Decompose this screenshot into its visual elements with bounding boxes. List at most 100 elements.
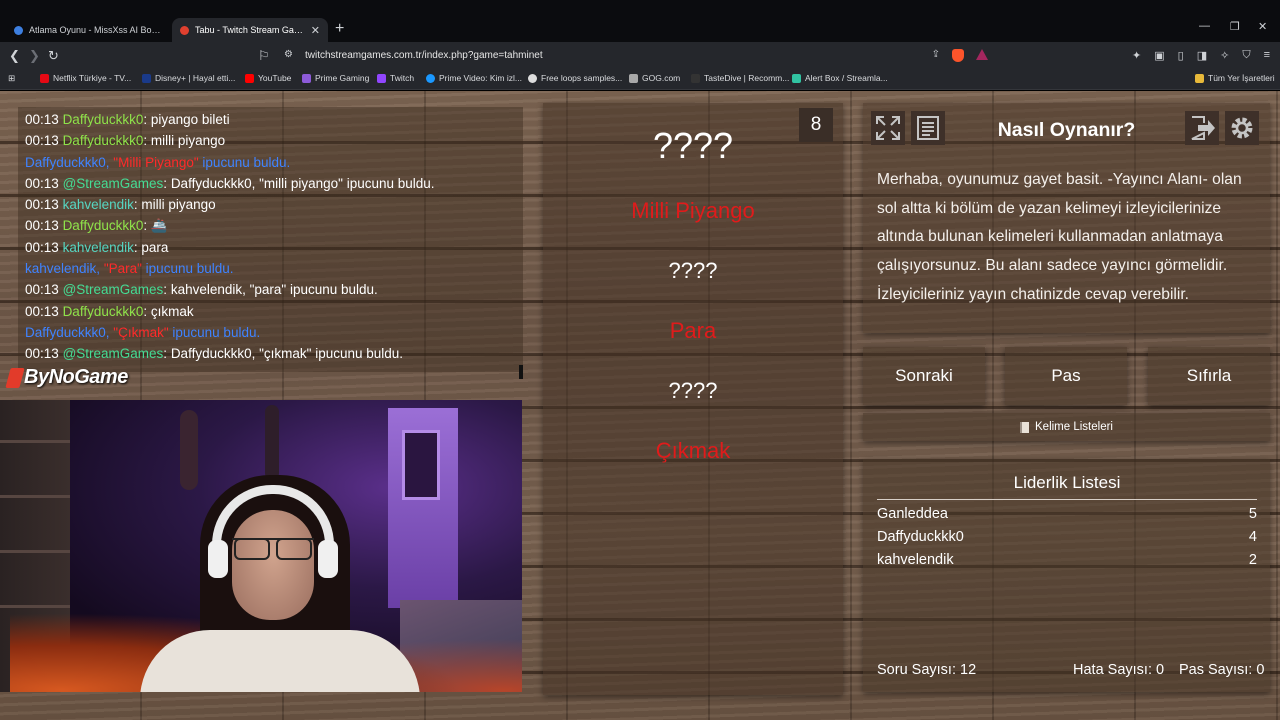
prime-gaming-icon	[302, 73, 311, 83]
found-word: Para	[669, 318, 717, 343]
bynogame-logo-mark	[5, 367, 25, 388]
chat-message: 00:13 kahvelendik: para	[25, 237, 523, 258]
bookmark-youtube[interactable]: YouTube	[245, 73, 291, 83]
chat-separator: :	[143, 303, 151, 319]
tab-tabu[interactable]: Tabu - Twitch Stream Games ✕	[172, 18, 328, 42]
chat-text: milli piyango	[150, 133, 226, 149]
folder-icon	[1195, 73, 1204, 83]
bookmark-netflix[interactable]: Netflix Türkiye - TV...	[40, 73, 131, 83]
minimize-icon[interactable]: —	[1199, 20, 1210, 32]
chat-message: 00:13 @StreamGames: Daffyduckkk0, "çıkma…	[25, 343, 523, 364]
bookmark-label: YouTube	[258, 73, 292, 83]
bookmark-tastedive[interactable]: TasteDive | Recomm...	[691, 73, 789, 83]
headphone-ear	[318, 540, 338, 578]
leaderboard-title: Liderlik Listesi	[877, 473, 1257, 500]
close-icon[interactable]: ✕	[311, 24, 320, 37]
prime-video-icon	[426, 73, 435, 83]
window-close-icon[interactable]: ✕	[1258, 20, 1267, 33]
how-to-play-text: Merhaba, oyunumuz gayet basit. -Yayıncı …	[877, 171, 1242, 303]
chat-text: para	[141, 239, 169, 255]
chat-message: 00:13 Daffyduckkk0: piyango bileti	[25, 109, 523, 130]
chat-system-message: Daffyduckkk0, "Milli Piyango" ipucunu bu…	[25, 152, 523, 173]
exit-icon[interactable]	[1185, 111, 1219, 145]
restore-icon[interactable]: ❐	[1230, 20, 1240, 33]
webcam-feed	[0, 400, 522, 692]
chat-username: Daffyduckkk0	[62, 218, 144, 234]
bookmark-alert-box[interactable]: Alert Box / Streamla...	[792, 73, 888, 83]
leo-ai-icon[interactable]: ✧	[1220, 49, 1229, 62]
brave-rewards-icon[interactable]	[976, 49, 988, 60]
vpn-icon[interactable]: ⛉	[1242, 49, 1250, 62]
bookmark-label: GOG.com	[642, 73, 681, 83]
site-settings-icon[interactable]: ⚙	[284, 47, 293, 63]
brave-shields-icon[interactable]	[952, 49, 964, 62]
settings-gear-icon[interactable]	[1225, 111, 1259, 145]
chat-timestamp: 00:13	[25, 218, 59, 234]
hidden-word: ????	[668, 258, 718, 283]
bookmark-disney[interactable]: Disney+ | Hayal etti...	[142, 73, 235, 83]
chat-message: 00:13 Daffyduckkk0: çıkmak	[25, 301, 523, 322]
streamer-shirt	[140, 630, 420, 692]
bookmark-twitch[interactable]: Twitch	[377, 73, 414, 83]
apps-icon[interactable]: ⊞	[8, 73, 15, 84]
bookmark-prime-gaming[interactable]: Prime Gaming	[302, 73, 369, 83]
browser-toolbar: ❮ ❯ ↻ ⚐ ⚙ twitchstreamgames.com.tr/index…	[0, 42, 1280, 70]
chat-timestamp: 00:13	[25, 239, 59, 255]
reload-icon[interactable]: ↻	[48, 48, 59, 64]
word-lists-label: Kelime Listeleri	[1035, 421, 1113, 433]
streamlabs-icon	[792, 73, 801, 83]
chat-username: Daffyduckkk0	[62, 133, 144, 149]
word-card: 8 ???? Milli Piyango???? Para???? Çıkmak	[543, 103, 843, 695]
twitch-icon	[377, 73, 386, 83]
chat-scrollbar[interactable]	[519, 365, 523, 379]
leaderboard-row: Ganleddea 5	[877, 506, 1257, 522]
chat-username: Daffyduckkk0	[62, 303, 144, 319]
reset-button[interactable]: Sıfırla	[1148, 347, 1270, 405]
all-bookmarks[interactable]: Tüm Yer İşaretleri	[1195, 73, 1275, 83]
wallet-icon[interactable]: ◨	[1197, 49, 1207, 62]
tab-manager-icon[interactable]: ▣	[1154, 49, 1164, 62]
url-text: twitchstreamgames.com.tr/index.php?game=…	[305, 50, 543, 61]
tab-atlama-oyunu[interactable]: Atlama Oyunu - MissXss AI Bot System	[6, 18, 171, 42]
menu-icon[interactable]: ≡	[1264, 49, 1270, 62]
chat-timestamp: 00:13	[25, 346, 59, 362]
pass-button[interactable]: Pas	[1005, 347, 1127, 405]
chat-timestamp: 00:13	[25, 133, 59, 149]
chat-message: 00:13 @StreamGames: kahvelendik, "para" …	[25, 279, 523, 300]
tab-favicon	[14, 25, 23, 35]
bookmark-label: Tüm Yer İşaretleri	[1208, 73, 1275, 83]
chat-system-suffix: ipucunu buldu.	[198, 154, 291, 170]
word-lists-button[interactable]: Kelime Listeleri	[863, 413, 1270, 441]
door-window	[402, 430, 440, 500]
next-button[interactable]: Sonraki	[863, 347, 985, 405]
logo-text: ByNoGame	[24, 366, 128, 388]
leaderboard-row: kahvelendik 2	[877, 552, 1257, 568]
bookmark-gog[interactable]: GOG.com	[629, 73, 680, 83]
chat-system-message: Daffyduckkk0, "Çıkmak" ipucunu buldu.	[25, 322, 523, 343]
player-name: Ganleddea	[877, 506, 948, 522]
chat-text: çıkmak	[150, 303, 194, 319]
hidden-word: ????	[652, 125, 734, 166]
new-tab-button[interactable]: +	[335, 20, 344, 38]
chat-text: kahvelendik, "para" ipucunu buldu.	[170, 282, 378, 298]
bookmark-label: Free loops samples...	[541, 73, 623, 83]
chat-text: milli piyango	[141, 197, 216, 213]
share-icon[interactable]: ⇪	[932, 49, 940, 62]
guitar	[180, 410, 198, 490]
extensions-icon[interactable]: ✦	[1132, 49, 1141, 62]
leaderboard-row: Daffyduckkk0 4	[877, 529, 1257, 545]
sidebar-icon[interactable]: ▯	[1178, 49, 1184, 62]
bookmark-free-loops[interactable]: Free loops samples...	[528, 73, 622, 83]
forward-icon[interactable]: ❯	[29, 48, 40, 64]
browser-tabstrip: Atlama Oyunu - MissXss AI Bot System Tab…	[0, 0, 1280, 42]
bookmark-prime-video[interactable]: Prime Video: Kim izl...	[426, 73, 522, 83]
error-count: Hata Sayısı: 0	[1073, 662, 1165, 678]
chat-username: @StreamGames	[62, 175, 164, 191]
address-bar[interactable]: ⚙ twitchstreamgames.com.tr/index.php?gam…	[254, 46, 996, 66]
chat-overlay: 00:13 Daffyduckkk0: piyango bileti 00:13 …	[18, 107, 523, 379]
chat-text: Daffyduckkk0, "çıkmak" ipucunu buldu.	[170, 346, 404, 362]
bookmark-label: Prime Gaming	[315, 73, 370, 83]
back-icon[interactable]: ❮	[9, 48, 20, 64]
tastedive-icon	[691, 73, 700, 83]
chat-separator: :	[163, 282, 171, 298]
